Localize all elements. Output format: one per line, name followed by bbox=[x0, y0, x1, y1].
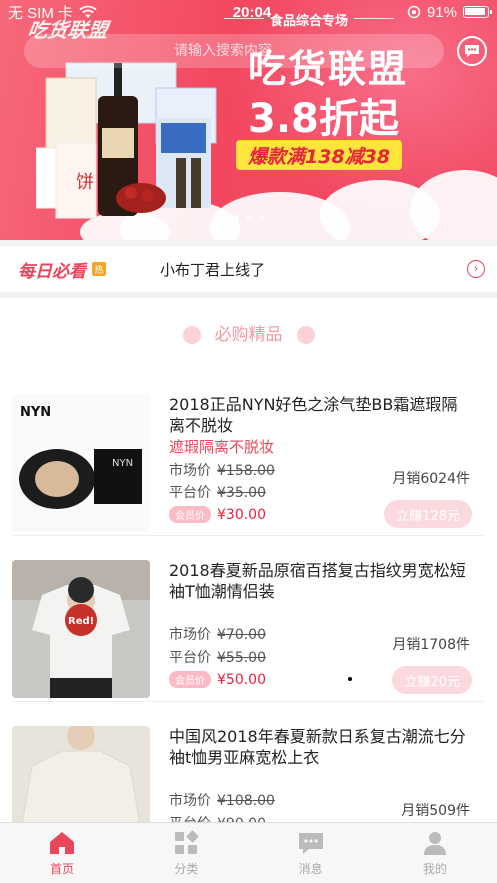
daily-headline[interactable]: 小布丁君上线了 bbox=[160, 259, 467, 280]
chevron-right-icon[interactable]: › bbox=[467, 260, 485, 278]
promo-tag: 爆款满138减38 bbox=[236, 140, 403, 170]
market-price-row: 市场价 ¥108.00 bbox=[169, 790, 275, 810]
tab-label: 首页 bbox=[50, 861, 75, 876]
message-icon bbox=[298, 832, 323, 854]
wifi-icon bbox=[79, 5, 97, 18]
monthly-sales: 月销509件 bbox=[401, 803, 470, 819]
member-price-row: 会员价 ¥30.00 bbox=[169, 506, 266, 523]
product-image[interactable]: NYN NYN bbox=[12, 394, 150, 532]
battery-percent: 91% bbox=[426, 3, 457, 21]
market-price-label: 市场价 bbox=[169, 463, 211, 479]
tab-label: 消息 bbox=[298, 861, 323, 876]
member-price: ¥50.00 bbox=[217, 671, 266, 688]
monthly-sales: 月销6024件 bbox=[392, 471, 470, 487]
chat-button[interactable] bbox=[457, 36, 487, 66]
status-bar: 无 SIM 卡 20:04 91% bbox=[0, 0, 497, 24]
daily-title: 每日必看 bbox=[18, 261, 86, 282]
svg-text:NYN: NYN bbox=[112, 458, 133, 469]
earn-button[interactable]: 立赚20元 bbox=[392, 666, 472, 694]
platform-price: ¥35.00 bbox=[217, 485, 266, 501]
platform-price: ¥55.00 bbox=[217, 650, 266, 666]
product-subtitle: 遮瑕隔离不脱妆 bbox=[169, 438, 275, 456]
product-image[interactable]: Red! bbox=[12, 560, 150, 698]
orientation-lock-icon bbox=[407, 5, 421, 19]
carousel-indicator bbox=[220, 215, 265, 221]
platform-price-label: 平台价 bbox=[169, 485, 211, 501]
carousel-dot[interactable] bbox=[233, 215, 239, 221]
chat-bubble-icon bbox=[465, 45, 479, 57]
tshirt-image: Red! bbox=[12, 560, 150, 698]
search-bar[interactable] bbox=[24, 34, 444, 68]
tab-label: 我的 bbox=[422, 861, 447, 876]
product-brand-text: NYN bbox=[20, 405, 51, 420]
section-title-wrap: 必购精品 bbox=[0, 320, 497, 345]
member-tag: 会员价 bbox=[169, 506, 211, 523]
product-card[interactable]: Red! 2018春夏新品原宿百搭复古指纹男宽松短袖T恤潮情侣装 市场价 ¥70.… bbox=[12, 552, 484, 702]
featured-section: 必购精品 NYN NYN 2018正品NYN好色之涂气垫BB霜遮瑕隔离不脱妆 遮… bbox=[0, 298, 497, 883]
carousel-dot[interactable] bbox=[220, 215, 226, 221]
svg-text:饼: 饼 bbox=[76, 172, 94, 193]
user-icon bbox=[423, 831, 446, 855]
market-price: ¥108.00 bbox=[217, 793, 275, 809]
market-price-label: 市场价 bbox=[169, 627, 211, 643]
carousel-dot[interactable] bbox=[259, 215, 265, 221]
status-time: 20:04 bbox=[232, 3, 272, 21]
touch-indicator bbox=[348, 677, 352, 681]
platform-price-row: 平台价 ¥55.00 bbox=[169, 647, 266, 667]
tab-label: 分类 bbox=[174, 861, 199, 876]
battery-icon bbox=[462, 6, 492, 18]
tab-profile[interactable]: 我的 bbox=[373, 823, 497, 883]
tab-messages[interactable]: 消息 bbox=[249, 823, 373, 883]
earn-button[interactable]: 立赚128元 bbox=[384, 500, 472, 528]
section-title: 必购精品 bbox=[214, 325, 283, 345]
market-price: ¥70.00 bbox=[217, 627, 266, 643]
hot-badge: 热 bbox=[92, 262, 106, 276]
tshirt-print-text: Red! bbox=[68, 616, 94, 627]
product-card[interactable]: NYN NYN 2018正品NYN好色之涂气垫BB霜遮瑕隔离不脱妆 遮瑕隔离不脱… bbox=[12, 386, 484, 536]
title-dot-left bbox=[182, 326, 201, 344]
category-icon bbox=[175, 830, 199, 854]
member-tag: 会员价 bbox=[169, 671, 211, 688]
market-price: ¥158.00 bbox=[217, 463, 275, 479]
product-name[interactable]: 中国风2018年春夏新款日系复古潮流七分袖t恤男亚麻宽松上衣 bbox=[169, 726, 469, 768]
market-price-label: 市场价 bbox=[169, 793, 211, 809]
home-icon bbox=[50, 831, 75, 854]
tab-home[interactable]: 首页 bbox=[0, 823, 124, 883]
promo-banner[interactable]: 无 SIM 卡 20:04 91% 吃货联盟 食品综合专场 bbox=[0, 0, 497, 240]
bottom-tab-bar: 首页 分类 消息 我的 bbox=[0, 822, 497, 883]
member-price: ¥30.00 bbox=[217, 506, 266, 523]
promo-discount: 3.8折起 bbox=[248, 96, 399, 142]
carousel-dot[interactable] bbox=[246, 215, 252, 221]
product-name[interactable]: 2018正品NYN好色之涂气垫BB霜遮瑕隔离不脱妆 bbox=[169, 394, 469, 436]
market-price-row: 市场价 ¥158.00 bbox=[169, 460, 275, 480]
product-name[interactable]: 2018春夏新品原宿百搭复古指纹男宽松短袖T恤潮情侣装 bbox=[169, 560, 469, 602]
search-input[interactable] bbox=[34, 43, 444, 59]
market-price-row: 市场价 ¥70.00 bbox=[169, 624, 266, 644]
platform-price-label: 平台价 bbox=[169, 650, 211, 666]
monthly-sales: 月销1708件 bbox=[392, 637, 470, 653]
carrier-label: 无 SIM 卡 bbox=[8, 4, 74, 22]
food-products-image: 饼 bbox=[36, 62, 217, 219]
member-price-row: 会员价 ¥50.00 bbox=[169, 671, 266, 688]
tab-category[interactable]: 分类 bbox=[124, 823, 248, 883]
title-dot-right bbox=[296, 326, 315, 344]
platform-price-row: 平台价 ¥35.00 bbox=[169, 482, 266, 502]
cosmetic-image: NYN NYN bbox=[12, 394, 150, 532]
daily-news-bar[interactable]: 每日必看 热 小布丁君上线了 › bbox=[0, 246, 497, 292]
